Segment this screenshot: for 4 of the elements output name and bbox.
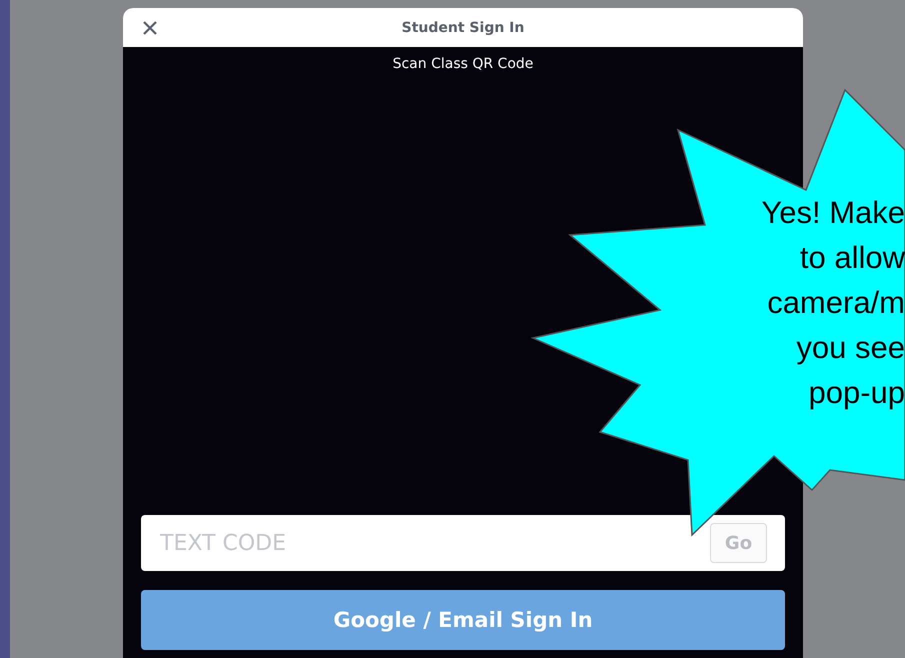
dialog-title: Student Sign In xyxy=(402,20,524,36)
scan-title: Scan Class QR Code xyxy=(392,56,534,72)
sign-in-button[interactable]: Google / Email Sign In xyxy=(141,590,785,650)
close-icon[interactable] xyxy=(143,21,157,35)
